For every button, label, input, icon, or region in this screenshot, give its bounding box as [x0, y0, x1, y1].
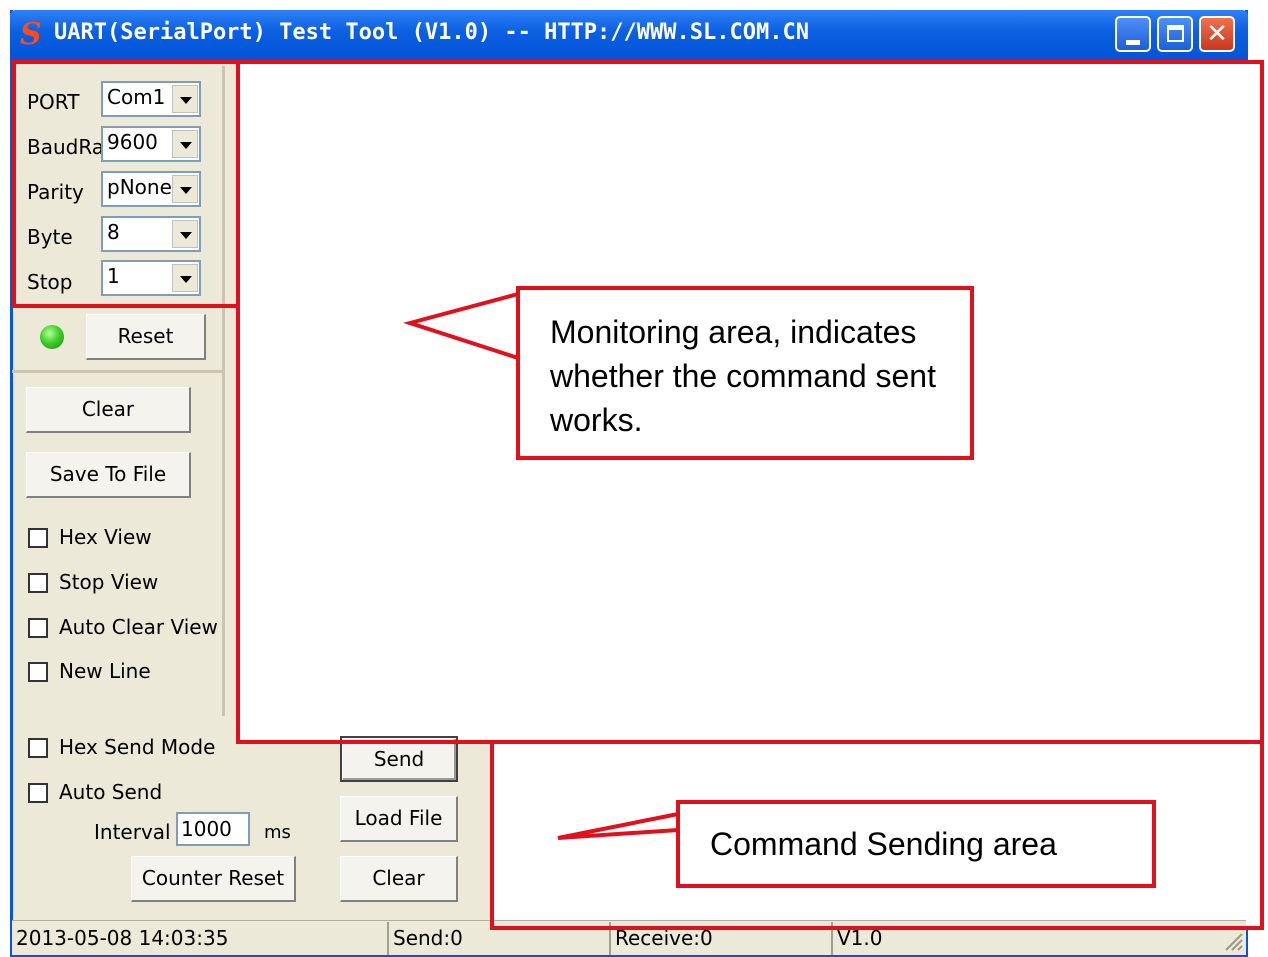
app-logo-icon: S [20, 17, 42, 52]
status-datetime: 2013-05-08 14:03:35 [16, 926, 229, 950]
interval-label: Interval [94, 820, 171, 844]
connection-status-led-icon [40, 325, 64, 349]
monitoring-area-callout: Monitoring area, indicates whether the c… [516, 286, 974, 460]
minimize-icon [1117, 18, 1149, 50]
command-callout-pointer [557, 812, 679, 840]
auto-send-label: Auto Send [59, 780, 163, 804]
resize-grip-icon[interactable] [1222, 930, 1244, 952]
maximize-icon [1159, 18, 1191, 50]
close-icon: ✕ [1206, 19, 1228, 49]
maximize-button[interactable] [1157, 16, 1193, 52]
minimize-button[interactable] [1115, 16, 1151, 52]
auto-clear-view-checkbox[interactable] [28, 618, 48, 638]
send-clear-button[interactable]: Clear [340, 856, 458, 902]
stop-view-label: Stop View [59, 570, 159, 594]
new-line-label: New Line [59, 659, 151, 683]
clear-view-button[interactable]: Clear [26, 387, 191, 433]
save-to-file-button[interactable]: Save To File [26, 452, 191, 498]
interval-unit: ms [264, 822, 291, 843]
interval-input[interactable]: 1000 [176, 812, 250, 846]
new-line-checkbox[interactable] [28, 662, 48, 682]
load-file-button[interactable]: Load File [340, 796, 458, 842]
close-button[interactable]: ✕ [1199, 16, 1235, 52]
auto-clear-view-label: Auto Clear View [59, 615, 218, 639]
divider [12, 370, 222, 373]
window-title: UART(SerialPort) Test Tool (V1.0) -- HTT… [54, 20, 809, 45]
hex-view-label: Hex View [59, 525, 152, 549]
auto-send-checkbox[interactable] [28, 783, 48, 803]
hex-send-mode-checkbox[interactable] [28, 738, 48, 758]
hex-view-checkbox[interactable] [28, 528, 48, 548]
monitoring-callout-pointer [402, 292, 519, 360]
stop-view-checkbox[interactable] [28, 573, 48, 593]
counter-reset-button[interactable]: Counter Reset [131, 856, 296, 902]
settings-highlight-box [12, 60, 240, 308]
command-sending-area-callout: Command Sending area [676, 800, 1156, 888]
hex-send-mode-label: Hex Send Mode [59, 735, 216, 759]
reset-button[interactable]: Reset [86, 314, 206, 360]
